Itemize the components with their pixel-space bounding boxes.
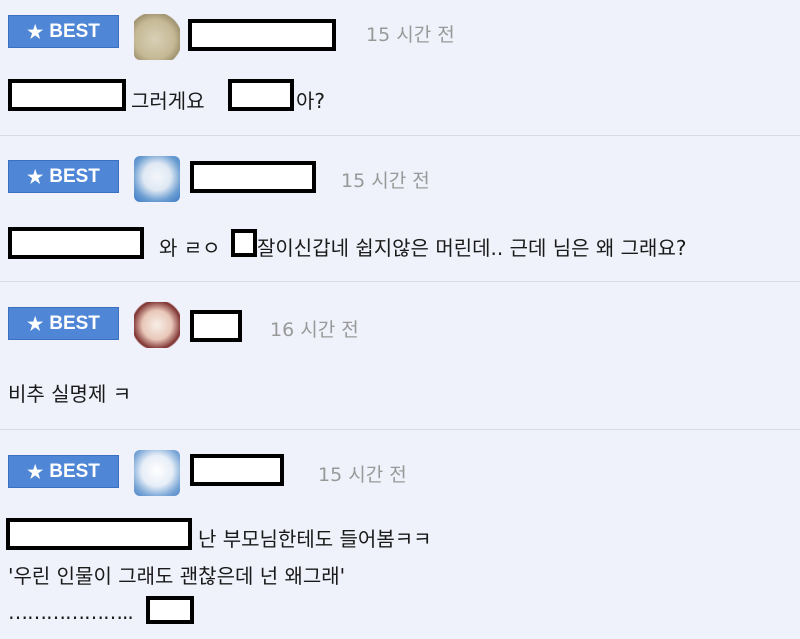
comment-text: '우린 인물이 그래도 괜찮은데 넌 왜그래' bbox=[8, 564, 346, 588]
best-badge: ★ BEST bbox=[8, 307, 119, 340]
best-badge: ★ BEST bbox=[8, 15, 119, 48]
comment-text: 난 부모님한테도 들어봄ㅋㅋ bbox=[198, 527, 432, 551]
comment-timestamp: 15 시간 전 bbox=[366, 24, 455, 46]
comment-text: 아? bbox=[296, 89, 326, 113]
redacted-text bbox=[228, 79, 294, 111]
redacted-username[interactable] bbox=[190, 310, 242, 342]
best-badge-label: BEST bbox=[49, 312, 100, 334]
star-icon: ★ bbox=[27, 21, 44, 42]
redacted-text bbox=[146, 596, 194, 624]
best-badge-label: BEST bbox=[49, 165, 100, 187]
star-icon: ★ bbox=[27, 166, 44, 187]
best-badge-label: BEST bbox=[49, 460, 100, 482]
redacted-text bbox=[8, 227, 144, 259]
best-badge: ★ BEST bbox=[8, 455, 119, 488]
comment-text: 비추 실명제 ㅋ bbox=[8, 382, 132, 406]
comment-timestamp: 15 시간 전 bbox=[341, 170, 430, 192]
avatar[interactable] bbox=[134, 14, 180, 60]
redacted-text bbox=[8, 79, 126, 111]
avatar[interactable] bbox=[134, 302, 180, 348]
star-icon: ★ bbox=[27, 461, 44, 482]
comment-item: ★ BEST 15 시간 전 와 ㄹㅇ 잘이신갑네 쉽지않은 머린데.. 근데 … bbox=[0, 136, 800, 282]
comment-text: ……………….. bbox=[8, 600, 134, 624]
redacted-username[interactable] bbox=[188, 19, 336, 51]
best-badge-label: BEST bbox=[49, 20, 100, 42]
comment-item: ★ BEST 15 시간 전 난 부모님한테도 들어봄ㅋㅋ '우린 인물이 그래… bbox=[0, 430, 800, 639]
avatar[interactable] bbox=[134, 450, 180, 496]
redacted-username[interactable] bbox=[190, 454, 284, 486]
best-badge: ★ BEST bbox=[8, 160, 119, 193]
redacted-text bbox=[231, 229, 257, 257]
comment-text: 잘이신갑네 쉽지않은 머린데.. 근데 님은 왜 그래요? bbox=[257, 236, 687, 260]
comment-item: ★ BEST 15 시간 전 그러게요 아? bbox=[0, 0, 800, 136]
avatar[interactable] bbox=[134, 156, 180, 202]
comment-text: 와 ㄹㅇ bbox=[159, 236, 221, 260]
redacted-text bbox=[6, 518, 192, 550]
redacted-username[interactable] bbox=[190, 161, 316, 193]
comment-text: 그러게요 bbox=[131, 89, 205, 113]
star-icon: ★ bbox=[27, 313, 44, 334]
comment-item: ★ BEST 16 시간 전 비추 실명제 ㅋ bbox=[0, 282, 800, 430]
comment-timestamp: 15 시간 전 bbox=[318, 464, 407, 486]
comment-timestamp: 16 시간 전 bbox=[270, 319, 359, 341]
